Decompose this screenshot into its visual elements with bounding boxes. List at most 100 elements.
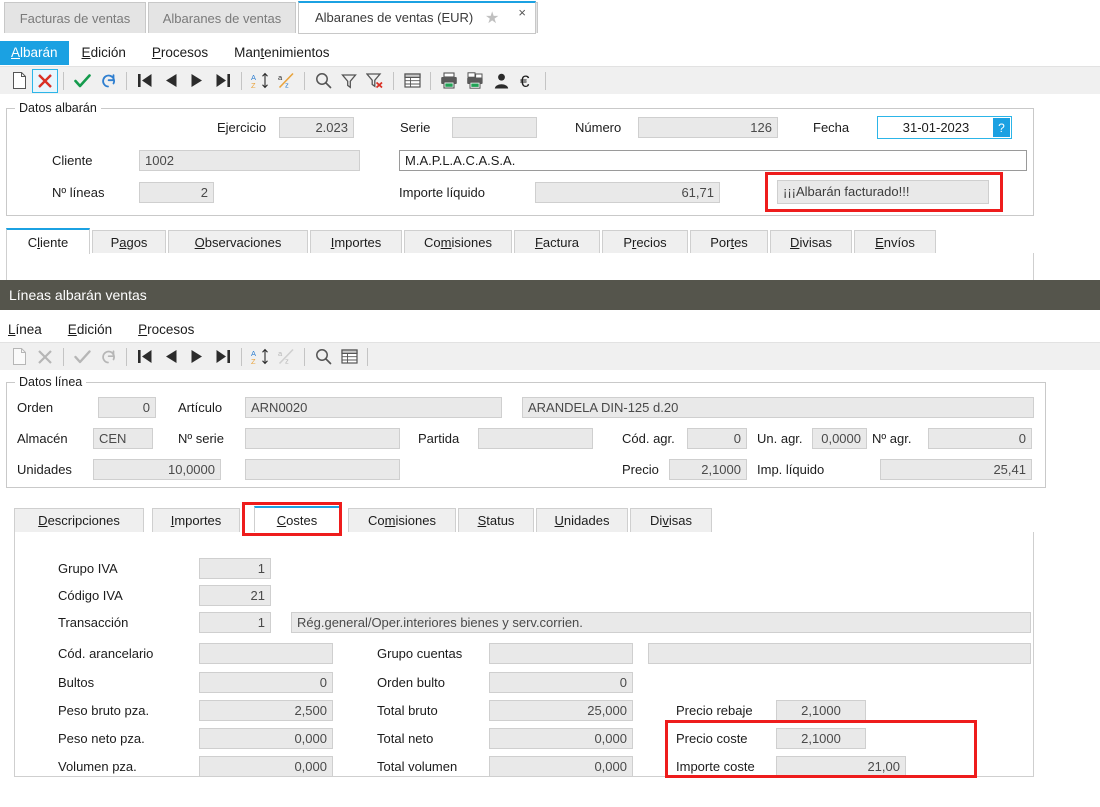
euro-icon[interactable]: € [514, 69, 540, 93]
grupo-iva-field[interactable]: 1 [199, 558, 271, 579]
window-tab-albaranes-de-ventas-eur[interactable]: Albaranes de ventas (EUR) ★ × [298, 1, 536, 34]
previous-record-icon[interactable] [158, 345, 184, 369]
tab-unidades[interactable]: Unidades [536, 508, 628, 532]
tab-envios[interactable]: Envíos [854, 230, 936, 254]
window-tab-facturas-de-ventas[interactable]: Facturas de ventas [4, 2, 146, 33]
un-agr-field[interactable]: 0,0000 [812, 428, 867, 449]
bultos-field[interactable]: 0 [199, 672, 333, 693]
grupo-cuentas-field[interactable] [489, 643, 633, 664]
orden-field[interactable]: 0 [98, 397, 156, 418]
undo-icon[interactable] [95, 345, 121, 369]
grid-view-icon[interactable] [336, 345, 362, 369]
total-neto-field[interactable]: 0,000 [489, 728, 633, 749]
close-icon[interactable]: × [518, 6, 526, 19]
tab-precios[interactable]: Precios [602, 230, 688, 254]
cliente-code-field[interactable]: 1002 [139, 150, 360, 171]
tab-comisiones-linea[interactable]: Comisiones [348, 508, 456, 532]
menu-item-edicion[interactable]: Edición [69, 41, 139, 65]
menu-item-procesos-linea[interactable]: Procesos [125, 318, 207, 342]
total-bruto-field[interactable]: 25,000 [489, 700, 633, 721]
articulo-code-field[interactable]: ARN0020 [245, 397, 502, 418]
n-agr-field[interactable]: 0 [928, 428, 1032, 449]
ejercicio-field[interactable]: 2.023 [279, 117, 354, 138]
sort-descending-icon[interactable]: az [273, 345, 299, 369]
tab-observaciones[interactable]: Observaciones [168, 230, 308, 254]
search-icon[interactable] [310, 69, 336, 93]
confirm-check-icon[interactable] [69, 69, 95, 93]
window-tab-albaranes-de-ventas[interactable]: Albaranes de ventas [148, 2, 296, 33]
menu-item-albaran[interactable]: Albarán [0, 41, 69, 65]
codigo-iva-field[interactable]: 21 [199, 585, 271, 606]
tab-importes-linea[interactable]: Importes [152, 508, 240, 532]
sort-ascending-icon[interactable]: AZ [247, 69, 273, 93]
cod-agr-field[interactable]: 0 [687, 428, 747, 449]
last-record-icon[interactable] [210, 69, 236, 93]
unidades-extra-field[interactable] [245, 459, 400, 480]
tab-factura[interactable]: Factura [514, 230, 600, 254]
partida-field[interactable] [478, 428, 593, 449]
nlineas-field[interactable]: 2 [139, 182, 214, 203]
delete-icon[interactable] [32, 345, 58, 369]
tab-costes[interactable]: Costes [254, 506, 340, 532]
delete-icon[interactable] [32, 68, 58, 93]
menu-item-linea[interactable]: Línea [0, 318, 55, 342]
articulo-desc-field[interactable]: ARANDELA DIN-125 d.20 [522, 397, 1034, 418]
cliente-name-field[interactable]: M.A.P.L.A.C.A.S.A. [399, 150, 1027, 171]
grupo-cuentas-desc-field[interactable] [648, 643, 1031, 664]
almacen-field[interactable]: CEN [93, 428, 153, 449]
toolbar-separator [304, 347, 305, 366]
undo-icon[interactable] [95, 69, 121, 93]
tab-cliente[interactable]: Cliente [6, 228, 90, 254]
first-record-icon[interactable] [132, 345, 158, 369]
previous-record-icon[interactable] [158, 69, 184, 93]
new-document-icon[interactable] [6, 69, 32, 93]
orden-bulto-field[interactable]: 0 [489, 672, 633, 693]
new-document-icon[interactable] [6, 345, 32, 369]
precio-coste-field[interactable]: 2,1000 [776, 728, 866, 749]
tab-divisas[interactable]: Divisas [770, 230, 852, 254]
tab-importes[interactable]: Importes [310, 230, 402, 254]
serie-field[interactable] [452, 117, 537, 138]
filter-icon[interactable] [336, 69, 362, 93]
tab-status[interactable]: Status [458, 508, 534, 532]
star-icon[interactable]: ★ [485, 11, 501, 27]
tab-pagos[interactable]: Pagos [92, 230, 166, 254]
last-record-icon[interactable] [210, 345, 236, 369]
unidades-field[interactable]: 10,0000 [93, 459, 221, 480]
menu-item-procesos[interactable]: Procesos [139, 41, 221, 65]
grid-view-icon[interactable] [399, 69, 425, 93]
tab-portes[interactable]: Portes [690, 230, 768, 254]
tab-comisiones[interactable]: Comisiones [404, 230, 512, 254]
sort-ascending-icon[interactable]: AZ [247, 345, 273, 369]
menu-item-mantenimientos[interactable]: Mantenimientos [221, 41, 342, 65]
menu-item-edicion-linea[interactable]: Edición [55, 318, 125, 342]
fecha-field[interactable]: 31-01-2023 [877, 116, 1012, 139]
fecha-help-button[interactable]: ? [993, 118, 1010, 137]
peso-bruto-field[interactable]: 2,500 [199, 700, 333, 721]
transaccion-desc-field[interactable]: Rég.general/Oper.interiores bienes y ser… [291, 612, 1031, 633]
sort-descending-icon[interactable]: az [273, 69, 299, 93]
cod-arancelario-field[interactable] [199, 643, 333, 664]
precio-rebaje-field[interactable]: 2,1000 [776, 700, 866, 721]
next-record-icon[interactable] [184, 69, 210, 93]
tab-descripciones[interactable]: Descripciones [14, 508, 144, 532]
confirm-check-icon[interactable] [69, 345, 95, 369]
total-volumen-field[interactable]: 0,000 [489, 756, 633, 777]
search-icon[interactable] [310, 345, 336, 369]
precio-field[interactable]: 2,1000 [669, 459, 747, 480]
next-record-icon[interactable] [184, 345, 210, 369]
first-record-icon[interactable] [132, 69, 158, 93]
volumen-field[interactable]: 0,000 [199, 756, 333, 777]
importe-coste-field[interactable]: 21,00 [776, 756, 906, 777]
tab-divisas-linea[interactable]: Divisas [630, 508, 712, 532]
numero-field[interactable]: 126 [638, 117, 778, 138]
imp-liquido-field[interactable]: 25,41 [880, 459, 1032, 480]
importe-liquido-field[interactable]: 61,71 [535, 182, 720, 203]
transaccion-field[interactable]: 1 [199, 612, 271, 633]
nserie-field[interactable] [245, 428, 400, 449]
print-icon[interactable] [436, 69, 462, 93]
clear-filter-icon[interactable] [362, 69, 388, 93]
print-preview-icon[interactable] [462, 69, 488, 93]
user-icon[interactable] [488, 69, 514, 93]
peso-neto-field[interactable]: 0,000 [199, 728, 333, 749]
